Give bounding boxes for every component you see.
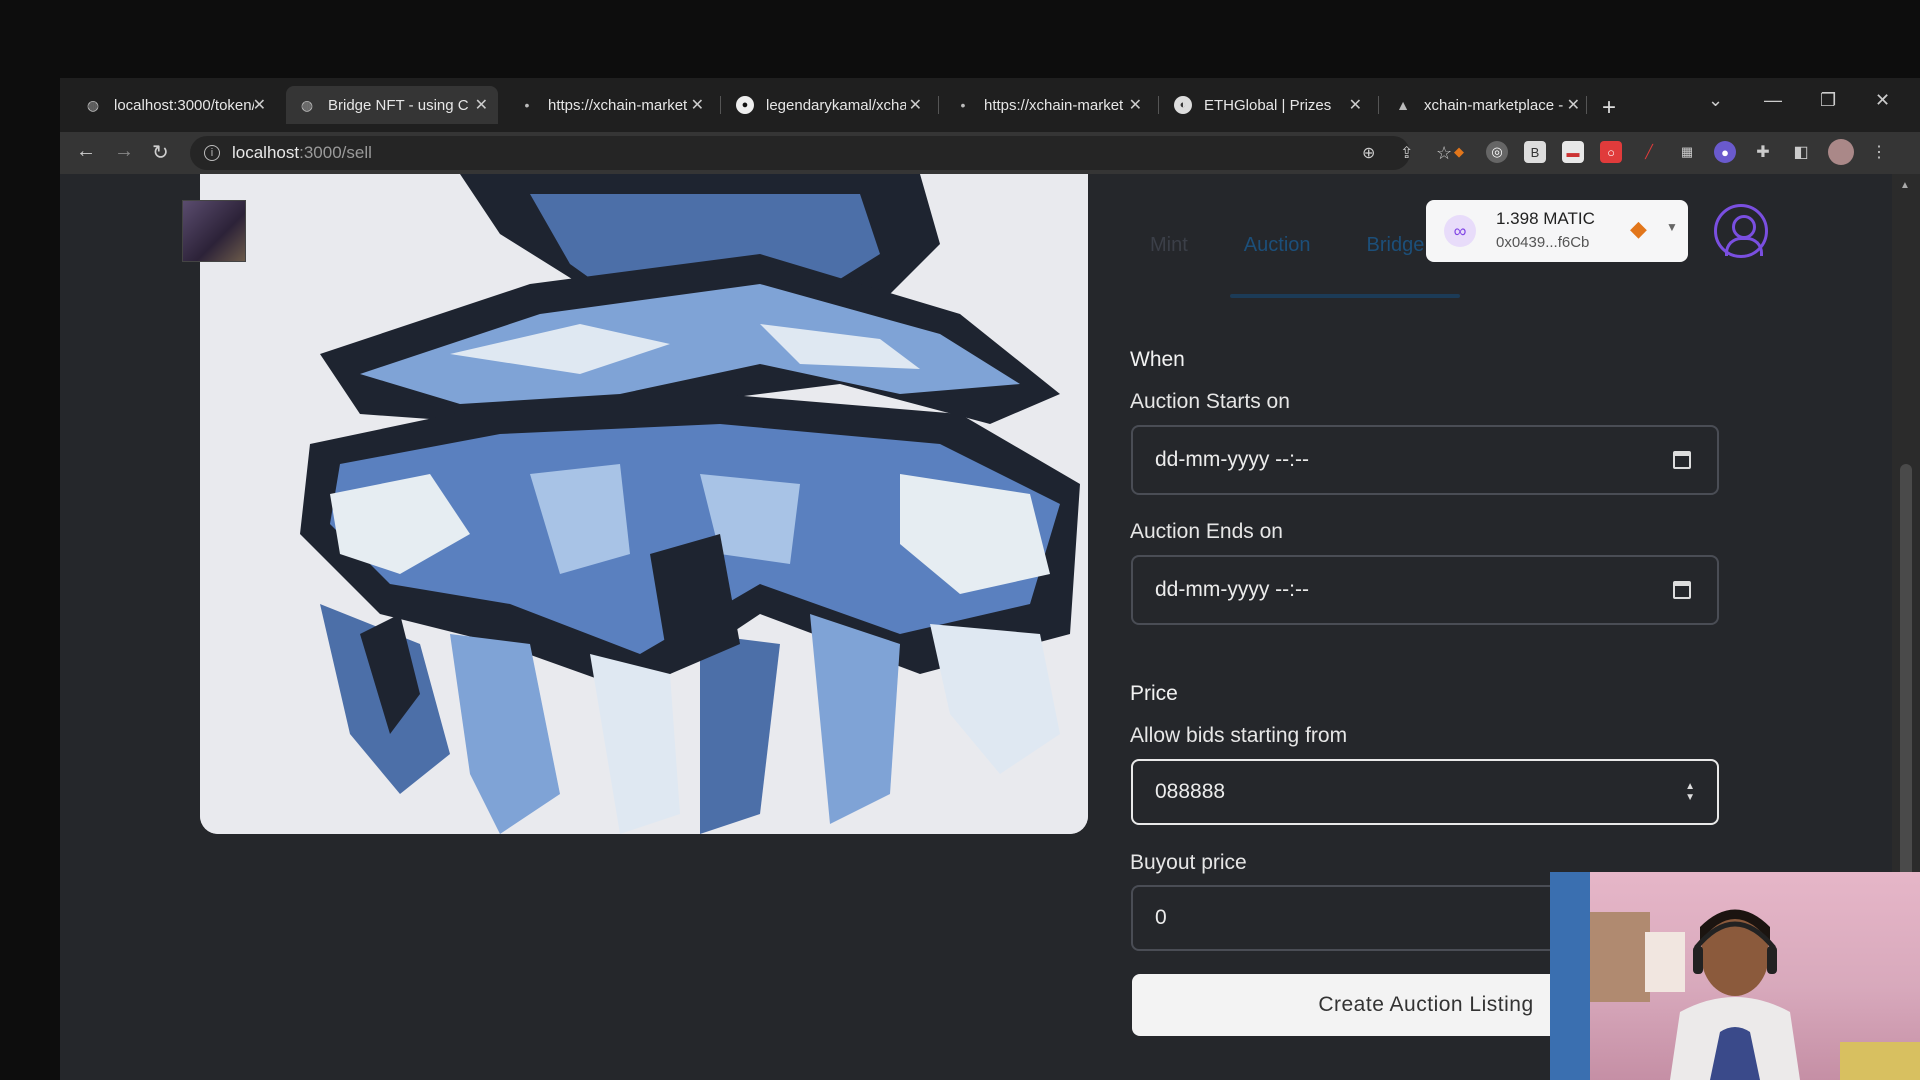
price-heading: Price xyxy=(1130,682,1178,705)
tab-title: legendarykamal/xchai xyxy=(766,96,906,114)
extensions-puzzle-icon[interactable]: ✚ xyxy=(1752,141,1774,163)
extension-b-icon[interactable]: B xyxy=(1524,141,1546,163)
webcam-overlay xyxy=(1550,872,1920,1080)
dot-icon: • xyxy=(524,97,530,113)
close-icon[interactable]: ✕ xyxy=(1567,95,1580,115)
pixel-art-creature xyxy=(200,174,1088,834)
nav-tab-auction[interactable]: Auction xyxy=(1244,234,1311,257)
nav-tab-bridge[interactable]: Bridge xyxy=(1367,234,1425,257)
tab-divider xyxy=(1158,96,1159,114)
extension-calendar-icon[interactable]: ▬ xyxy=(1562,141,1584,163)
url-host: localhost xyxy=(232,143,300,162)
nav-tab-mint[interactable]: Mint xyxy=(1150,234,1188,257)
wallet-info: 1.398 MATIC 0x0439...f6Cb xyxy=(1496,207,1595,255)
metamask-fox-icon: ◆ xyxy=(1630,216,1647,241)
back-arrow-icon[interactable]: ← xyxy=(76,140,96,163)
zoom-icon[interactable]: ⊕ xyxy=(1362,143,1375,163)
restore-icon[interactable]: ❐ xyxy=(1820,90,1836,111)
wallet-connect-button[interactable]: ∞ 1.398 MATIC 0x0439...f6Cb ◆ ▼ xyxy=(1426,200,1688,262)
github-icon: ● xyxy=(736,96,754,114)
tab-xchain-market-1[interactable]: • https://xchain-market ✕ xyxy=(506,86,714,124)
globe-icon: ◍ xyxy=(300,96,314,113)
calendar-icon[interactable] xyxy=(1673,581,1691,599)
wallet-address: 0x0439...f6Cb xyxy=(1496,234,1590,251)
extension-pen-icon[interactable]: ╱ xyxy=(1638,141,1660,163)
site-logo[interactable] xyxy=(182,200,246,262)
site-info-icon[interactable]: i xyxy=(204,145,220,161)
tab-title: xchain-marketplace - xyxy=(1424,96,1564,114)
tab-title: https://xchain-market xyxy=(984,96,1124,114)
window-close-icon[interactable]: ✕ xyxy=(1875,90,1890,111)
url-path: :3000/sell xyxy=(299,143,372,162)
auction-starts-value: dd-mm-yyyy --:-- xyxy=(1155,448,1309,471)
side-panel-icon[interactable]: ◧ xyxy=(1790,141,1812,163)
scrollbar-thumb[interactable] xyxy=(1900,464,1912,884)
metamask-extension-icon[interactable]: ◆ xyxy=(1448,141,1470,163)
tab-divider xyxy=(720,96,721,114)
minimize-icon[interactable]: — xyxy=(1764,90,1782,111)
extension-record-icon[interactable]: ○ xyxy=(1600,141,1622,163)
tab-divider xyxy=(1378,96,1379,114)
tab-xchain-market-2[interactable]: • https://xchain-market ✕ xyxy=(942,86,1152,124)
close-icon[interactable]: ✕ xyxy=(1129,95,1142,115)
close-icon[interactable]: ✕ xyxy=(1349,95,1362,115)
site-nav: Mint Auction Bridge xyxy=(1150,234,1424,257)
auction-ends-label: Auction Ends on xyxy=(1130,520,1283,543)
extension-circle-icon[interactable]: ● xyxy=(1714,141,1736,163)
tab-github[interactable]: ● legendarykamal/xchai ✕ xyxy=(724,86,932,124)
kebab-menu-icon[interactable]: ⋮ xyxy=(1868,141,1890,163)
dot-icon: • xyxy=(960,97,966,113)
share-icon[interactable]: ⇪ xyxy=(1400,143,1413,163)
tab-divider xyxy=(1586,96,1587,114)
tab-bridge-nft[interactable]: ◍ Bridge NFT - using Co ✕ xyxy=(286,86,498,124)
extension-grid-icon[interactable]: ▦ xyxy=(1676,141,1698,163)
chevron-down-icon: ▼ xyxy=(1666,220,1678,234)
profile-avatar[interactable] xyxy=(1828,139,1854,165)
bids-start-label: Allow bids starting from xyxy=(1130,724,1348,747)
scroll-up-arrow-icon[interactable]: ▲ xyxy=(1900,180,1910,191)
auction-ends-input[interactable]: dd-mm-yyyy --:-- xyxy=(1131,555,1719,625)
globe-icon: ◍ xyxy=(86,96,100,113)
auction-starts-label: Auction Starts on xyxy=(1130,390,1290,413)
close-icon[interactable]: ✕ xyxy=(475,95,488,115)
reload-icon[interactable]: ↻ xyxy=(152,140,169,165)
calendar-icon[interactable] xyxy=(1673,451,1691,469)
auction-ends-value: dd-mm-yyyy --:-- xyxy=(1155,578,1309,601)
auction-starts-input[interactable]: dd-mm-yyyy --:-- xyxy=(1131,425,1719,495)
tab-title: Bridge NFT - using Co xyxy=(328,96,468,114)
new-tab-plus-icon[interactable]: + xyxy=(1602,94,1616,122)
nft-preview-image xyxy=(200,174,1088,834)
browser-toolbar: ← → ↻ i localhost:3000/sell ⊕ ⇪ ☆ ◆ ◎ B … xyxy=(60,132,1920,174)
user-profile-icon[interactable] xyxy=(1714,204,1768,258)
tab-title: https://xchain-market xyxy=(548,96,688,114)
tab-title: localhost:3000/token/ xyxy=(114,96,254,114)
tab-search-chevron-icon[interactable]: ⌄ xyxy=(1708,90,1723,111)
number-stepper-icon[interactable]: ▲ ▼ xyxy=(1685,781,1695,803)
tab-divider xyxy=(938,96,939,114)
vercel-icon: ▲ xyxy=(1396,97,1410,113)
ethglobal-icon: ◐ xyxy=(1174,96,1192,114)
webcam-person-figure xyxy=(1550,872,1920,1080)
close-icon[interactable]: ✕ xyxy=(253,95,266,115)
address-bar[interactable]: i localhost:3000/sell ⊕ ⇪ ☆ xyxy=(190,136,1452,170)
extension-owl-icon[interactable]: ◎ xyxy=(1486,141,1508,163)
tab-localhost-token[interactable]: ◍ localhost:3000/token/ ✕ xyxy=(72,86,276,124)
forward-arrow-icon[interactable]: → xyxy=(114,140,134,163)
bids-start-input[interactable]: 088888 ▲ ▼ xyxy=(1131,759,1719,825)
polygon-icon: ∞ xyxy=(1444,215,1476,247)
tab-strip: ◍ localhost:3000/token/ ✕ ◍ Bridge NFT -… xyxy=(60,78,1920,132)
close-icon[interactable]: ✕ xyxy=(909,95,922,115)
tab-ethglobal[interactable]: ◐ ETHGlobal | Prizes ✕ xyxy=(1162,86,1372,124)
buyout-price-value: 0 xyxy=(1155,906,1167,929)
tab-title: ETHGlobal | Prizes xyxy=(1204,96,1332,114)
nav-active-indicator xyxy=(1230,294,1460,298)
wallet-balance: 1.398 MATIC xyxy=(1496,209,1595,228)
close-icon[interactable]: ✕ xyxy=(691,95,704,115)
buyout-price-label: Buyout price xyxy=(1130,851,1247,874)
when-heading: When xyxy=(1130,348,1185,371)
bids-start-value: 088888 xyxy=(1155,780,1226,803)
tab-vercel[interactable]: ▲ xchain-marketplace - ✕ xyxy=(1382,86,1590,124)
